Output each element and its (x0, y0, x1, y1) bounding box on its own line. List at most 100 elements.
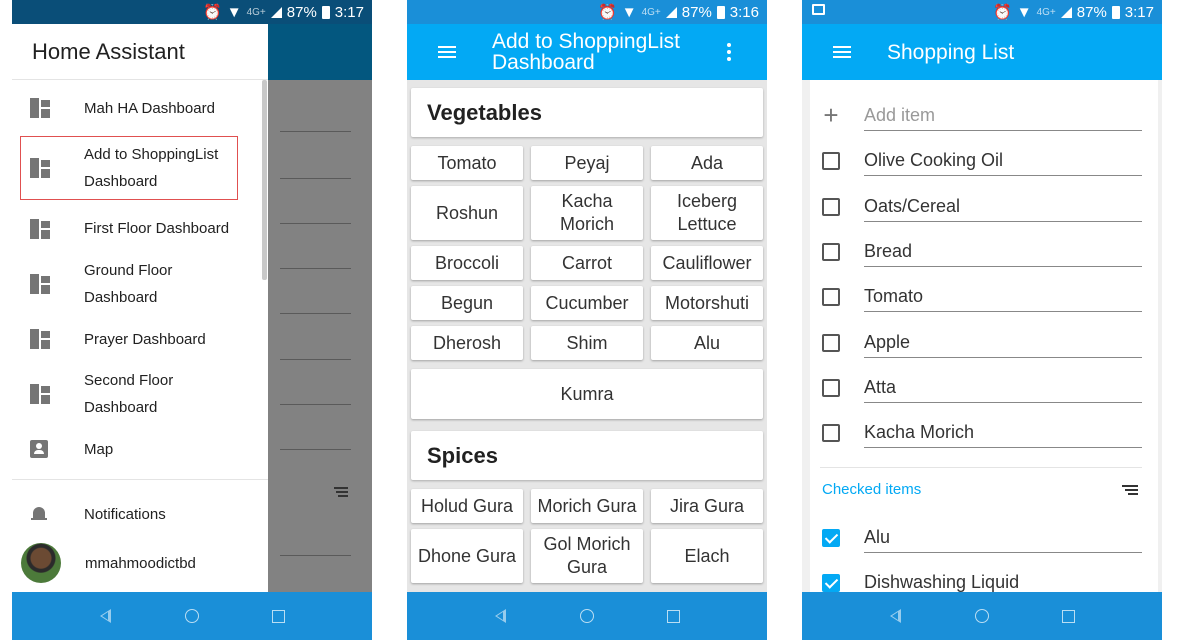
background-divider (280, 131, 351, 132)
home-button[interactable] (962, 596, 1002, 636)
item-button-peyaj[interactable]: Peyaj (531, 146, 643, 180)
list-item: Olive Cooking Oil (822, 138, 1142, 183)
drawer-item-second-floor-dashboard[interactable]: Second Floor Dashboard (12, 361, 268, 427)
recents-icon (667, 609, 681, 623)
checked-items-label: Checked items (822, 481, 922, 498)
item-checkbox[interactable] (822, 378, 840, 397)
recents-button[interactable] (1049, 596, 1089, 636)
item-button-shim[interactable]: Shim (531, 326, 643, 360)
item-button-morich-gura[interactable]: Morich Gura (531, 489, 643, 523)
drawer-item-prayer-dashboard[interactable]: Prayer Dashboard (12, 317, 268, 361)
item-text[interactable]: Olive Cooking Oil (864, 146, 1142, 176)
drawer-item-label: First Floor Dashboard (84, 220, 230, 237)
recents-button[interactable] (654, 596, 694, 636)
battery-percent: 87% (681, 3, 712, 21)
drawer-item-label: Second Floor Dashboard (84, 372, 174, 416)
item-text[interactable]: Kacha Morich (864, 418, 1142, 448)
background-divider (280, 223, 351, 224)
drawer-item-ground-floor-dashboard[interactable]: Ground Floor Dashboard (12, 251, 268, 317)
item-text[interactable]: Dishwashing Liquid (864, 568, 1142, 593)
shopping-list-content: + Add item Olive Cooking Oil Oats/Cereal… (802, 80, 1162, 592)
avatar (21, 543, 61, 583)
item-button-cucumber[interactable]: Cucumber (531, 286, 643, 320)
background-divider (280, 449, 351, 450)
item-button-tomato[interactable]: Tomato (411, 146, 523, 180)
list-item: Apple (822, 320, 1142, 365)
sort-icon (334, 487, 348, 499)
signal-icon (1060, 6, 1072, 18)
menu-icon[interactable] (438, 43, 456, 61)
item-checkbox[interactable] (822, 197, 840, 216)
item-button-dherosh[interactable]: Dherosh (411, 326, 523, 360)
item-checkbox[interactable] (822, 423, 840, 442)
background-divider (280, 268, 351, 269)
back-icon (494, 609, 506, 623)
item-button-roshun[interactable]: Roshun (411, 186, 523, 240)
item-button-iceberg-lettuce[interactable]: Iceberg Lettuce (651, 186, 763, 240)
alarm-icon: ⏰ (203, 4, 222, 21)
item-text[interactable]: Atta (864, 373, 1142, 403)
drawer-item-first-floor-dashboard[interactable]: First Floor Dashboard (12, 206, 268, 251)
home-button[interactable] (567, 596, 607, 636)
item-checkbox[interactable] (822, 151, 840, 170)
item-text[interactable]: Alu (864, 523, 1142, 553)
drawer-title: Home Assistant (12, 24, 268, 80)
system-nav-bar (802, 592, 1162, 640)
drawer-item-user[interactable]: mmahmoodictbd (12, 540, 268, 586)
dashboard-icon (30, 98, 50, 118)
battery-icon (321, 5, 330, 19)
home-icon (579, 609, 594, 623)
item-checkbox-checked[interactable] (822, 528, 840, 547)
item-checkbox[interactable] (822, 287, 840, 306)
navigation-drawer: Home Assistant Mah HA Dashboard Add to S… (12, 24, 268, 592)
vegetables-button-grid: Tomato Peyaj Ada Roshun Kacha Morich Ice… (411, 146, 763, 419)
item-text[interactable]: Oats/Cereal (864, 192, 1142, 222)
status-bar: ⏰ ▼ 4G+ 87% 3:17 (802, 0, 1162, 24)
drawer-item-mah-ha-dashboard[interactable]: Mah HA Dashboard (12, 80, 268, 136)
add-icon[interactable]: + (822, 100, 840, 131)
sort-icon[interactable] (1122, 483, 1138, 497)
drawer-item-notifications[interactable]: Notifications (12, 488, 268, 540)
item-button-cauliflower[interactable]: Cauliflower (651, 246, 763, 280)
drawer-item-map[interactable]: Map (12, 427, 268, 471)
back-button[interactable] (875, 596, 915, 636)
item-button-broccoli[interactable]: Broccoli (411, 246, 523, 280)
back-button[interactable] (85, 596, 125, 636)
item-checkbox-checked[interactable] (822, 573, 840, 592)
content-gutter (1158, 80, 1162, 592)
item-button-elach[interactable]: Elach (651, 529, 763, 583)
system-nav-bar (12, 592, 372, 640)
item-text[interactable]: Bread (864, 237, 1142, 267)
add-item-input[interactable]: Add item (864, 101, 1142, 131)
home-button[interactable] (172, 596, 212, 636)
item-button-alu[interactable]: Alu (651, 326, 763, 360)
drawer-item-add-to-shoppinglist-dashboard[interactable]: Add to ShoppingList Dashboard (20, 136, 238, 200)
item-button-gol-morich-gura[interactable]: Gol Morich Gura (531, 529, 643, 583)
item-button-dhone-gura[interactable]: Dhone Gura (411, 529, 523, 583)
item-button-jira-gura[interactable]: Jira Gura (651, 489, 763, 523)
item-button-holud-gura[interactable]: Holud Gura (411, 489, 523, 523)
item-text[interactable]: Apple (864, 328, 1142, 358)
dashboard-content: Vegetables Tomato Peyaj Ada Roshun Kacha… (407, 80, 767, 592)
status-bar: ⏰ ▼ 4G+ 87% 3:16 (407, 0, 767, 24)
item-text[interactable]: Tomato (864, 282, 1142, 312)
signal-icon (270, 6, 282, 18)
network-type: 4G+ (246, 6, 266, 18)
item-checkbox[interactable] (822, 333, 840, 352)
more-options-icon[interactable] (727, 40, 731, 64)
back-button[interactable] (480, 596, 520, 636)
item-button-motorshuti[interactable]: Motorshuti (651, 286, 763, 320)
item-button-carrot[interactable]: Carrot (531, 246, 643, 280)
background-divider (280, 359, 351, 360)
item-button-kacha-morich[interactable]: Kacha Morich (531, 186, 643, 240)
item-checkbox[interactable] (822, 242, 840, 261)
dashboard-icon (30, 384, 50, 404)
menu-icon[interactable] (833, 43, 851, 61)
item-button-ada[interactable]: Ada (651, 146, 763, 180)
spices-button-grid: Holud Gura Morich Gura Jira Gura Dhone G… (411, 489, 763, 583)
item-button-begun[interactable]: Begun (411, 286, 523, 320)
dashboard-icon (30, 329, 50, 349)
drawer-item-label: Mah HA Dashboard (84, 99, 215, 117)
recents-button[interactable] (259, 596, 299, 636)
item-button-kumra[interactable]: Kumra (411, 369, 763, 419)
